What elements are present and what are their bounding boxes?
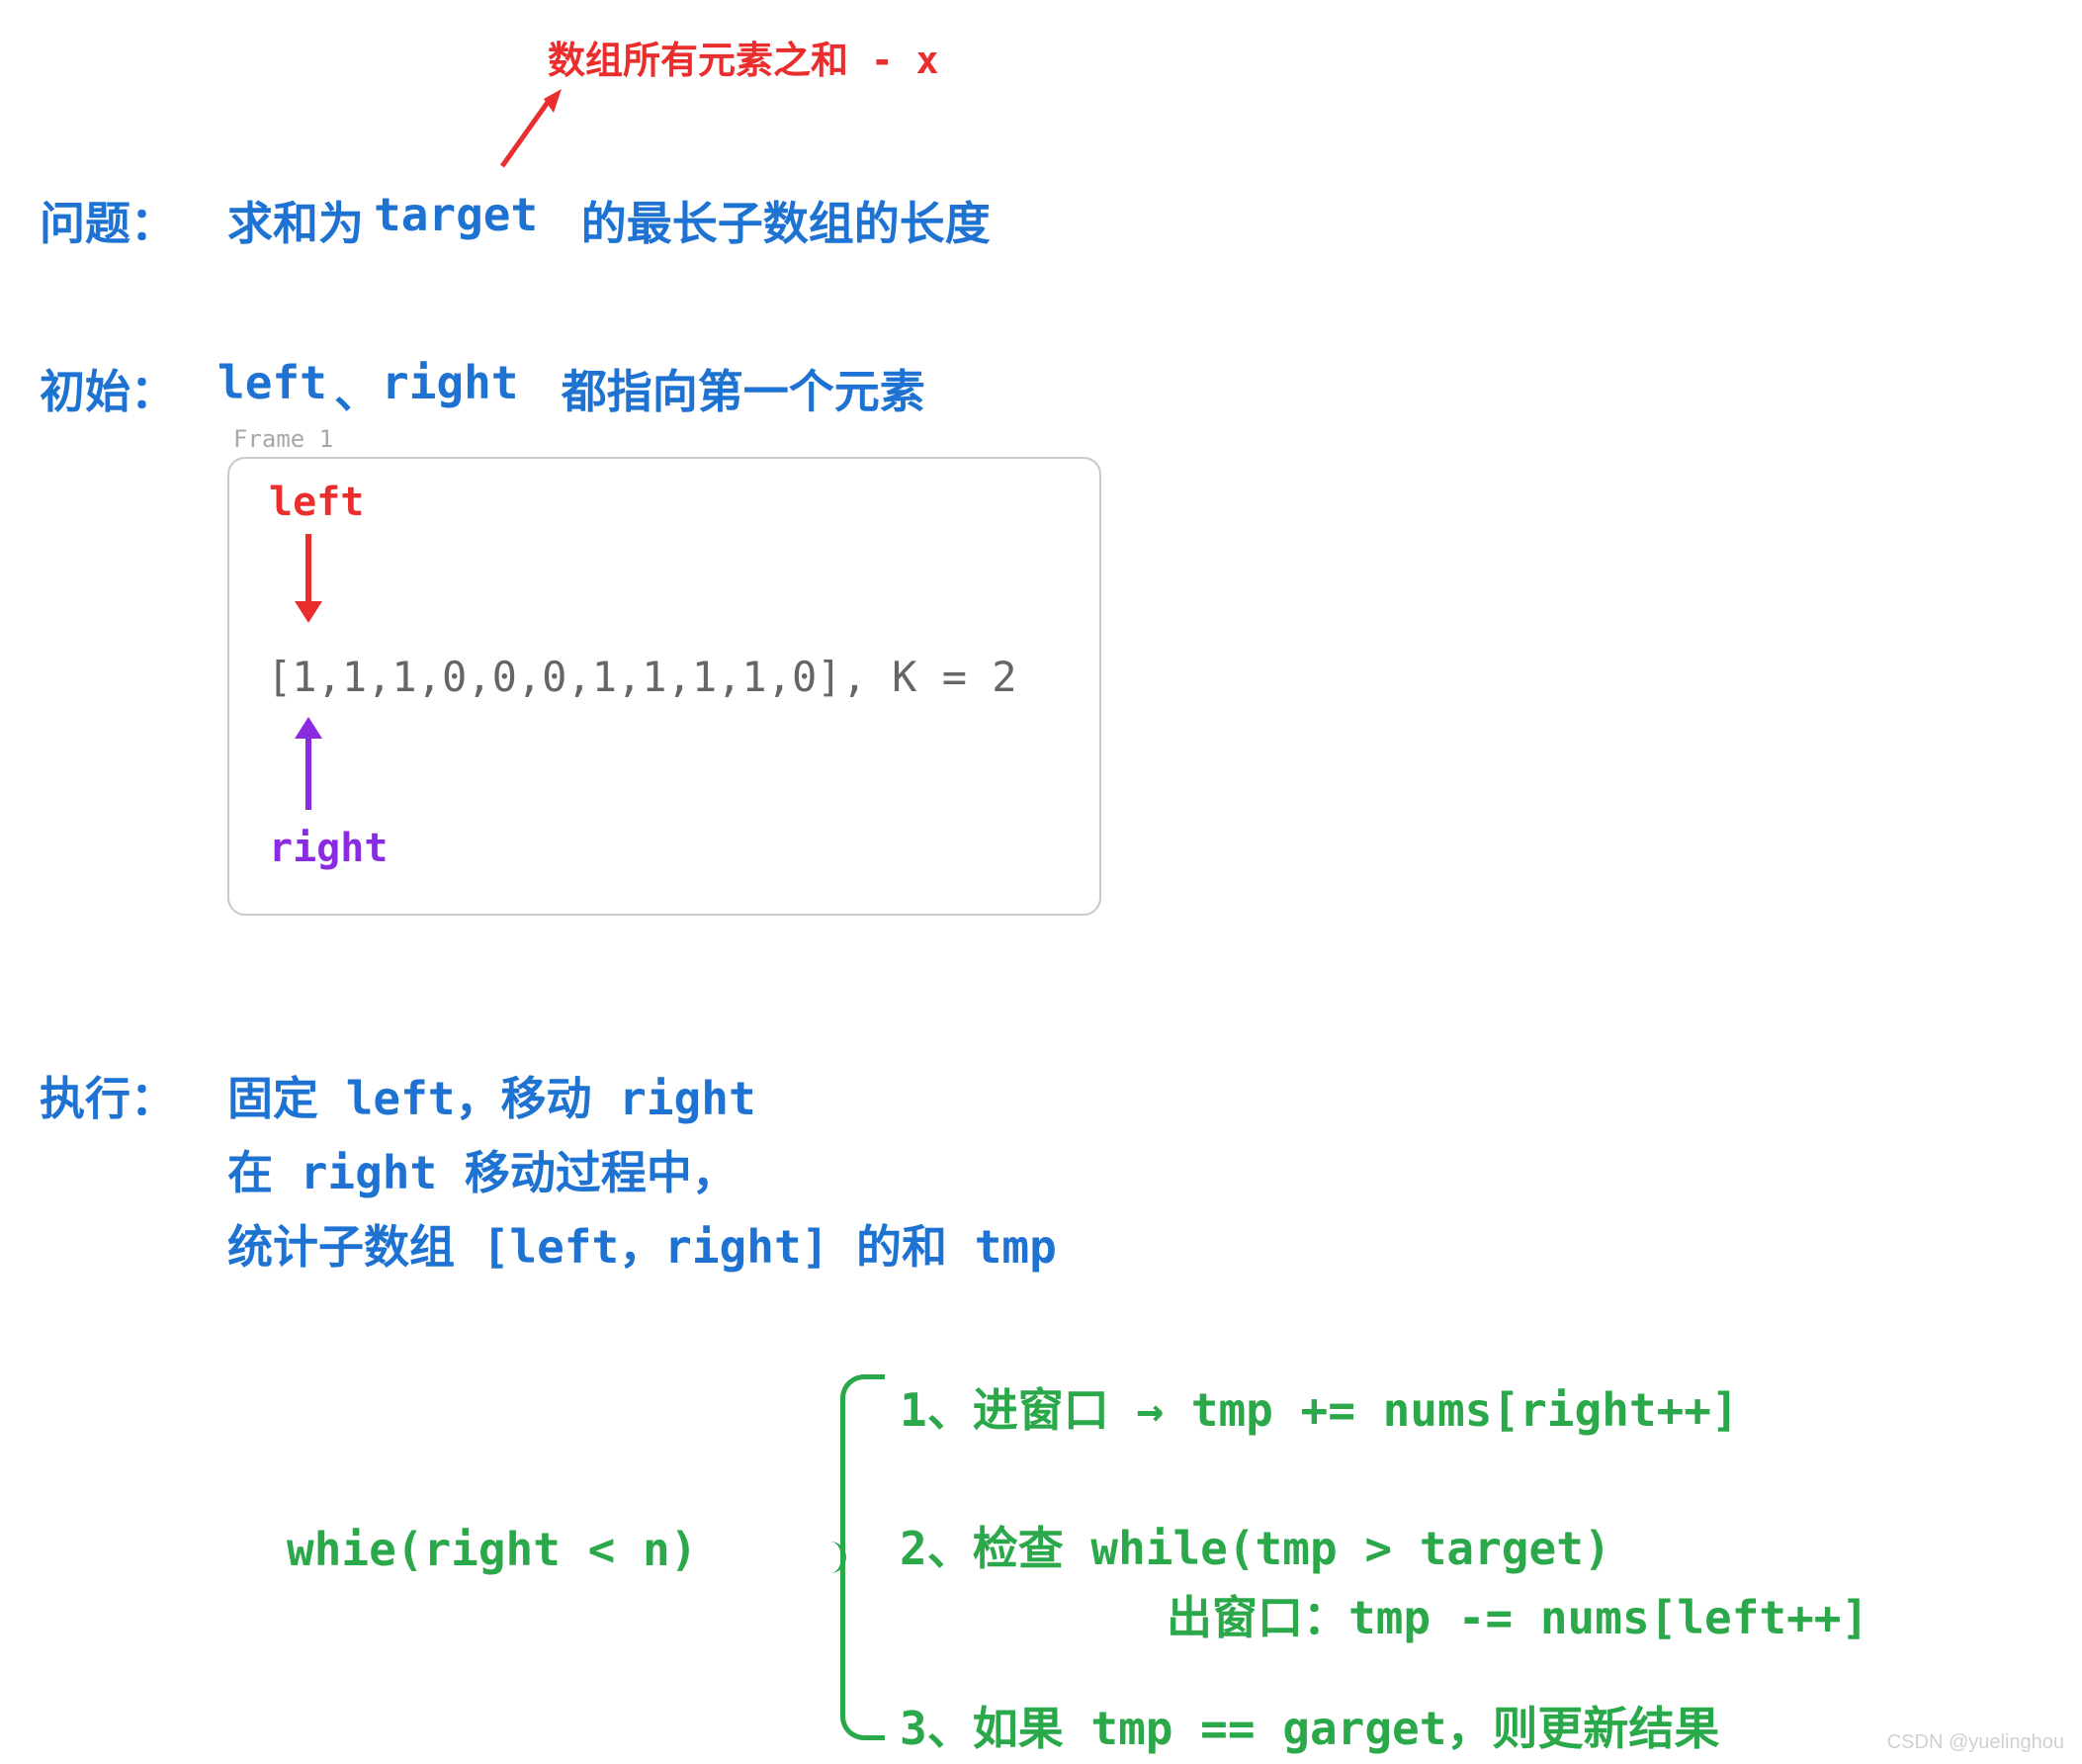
step-1: 1、进窗口 → tmp += nums[right++] (900, 1374, 1739, 1440)
exec-line2: 在 right 移动过程中， (227, 1137, 737, 1202)
frame-title: Frame 1 (233, 425, 333, 453)
init-right-kw: right (382, 356, 518, 409)
problem-before: 求和为 (227, 188, 391, 253)
while-loop: whie(right < n) (287, 1523, 697, 1576)
problem-label: 问题： (40, 188, 176, 253)
watermark: CSDN @yuelinghou (1887, 1731, 2064, 1754)
step-2b: 出窗口：tmp -= nums[left++] (1167, 1582, 1868, 1647)
init-sep: 、 (334, 356, 380, 421)
init-label: 初始： (40, 356, 176, 421)
right-pointer-label: right (269, 826, 388, 871)
array-text: [1,1,1,0,0,0,1,1,1,1,0], K = 2 (267, 653, 1017, 701)
init-left-kw: left (217, 356, 327, 409)
exec-label: 执行： (40, 1063, 176, 1128)
exec-line3: 统计子数组 [left，right] 的和 tmp (227, 1211, 1057, 1277)
brace (840, 1374, 885, 1740)
annotation-text: 数组所有元素之和 - x (548, 30, 939, 84)
step-2a: 2、检查 while(tmp > target) (900, 1513, 1611, 1578)
left-pointer-label: left (269, 480, 364, 525)
exec-line1: 固定 left，移动 right (227, 1063, 756, 1128)
problem-target: target (374, 188, 538, 241)
step-3: 3、如果 tmp == garget，则更新结果 (900, 1693, 1719, 1758)
problem-after: 的最长子数组的长度 (554, 188, 991, 253)
annotation-arrow (484, 89, 564, 178)
init-after: 都指向第一个元素 (534, 356, 925, 421)
